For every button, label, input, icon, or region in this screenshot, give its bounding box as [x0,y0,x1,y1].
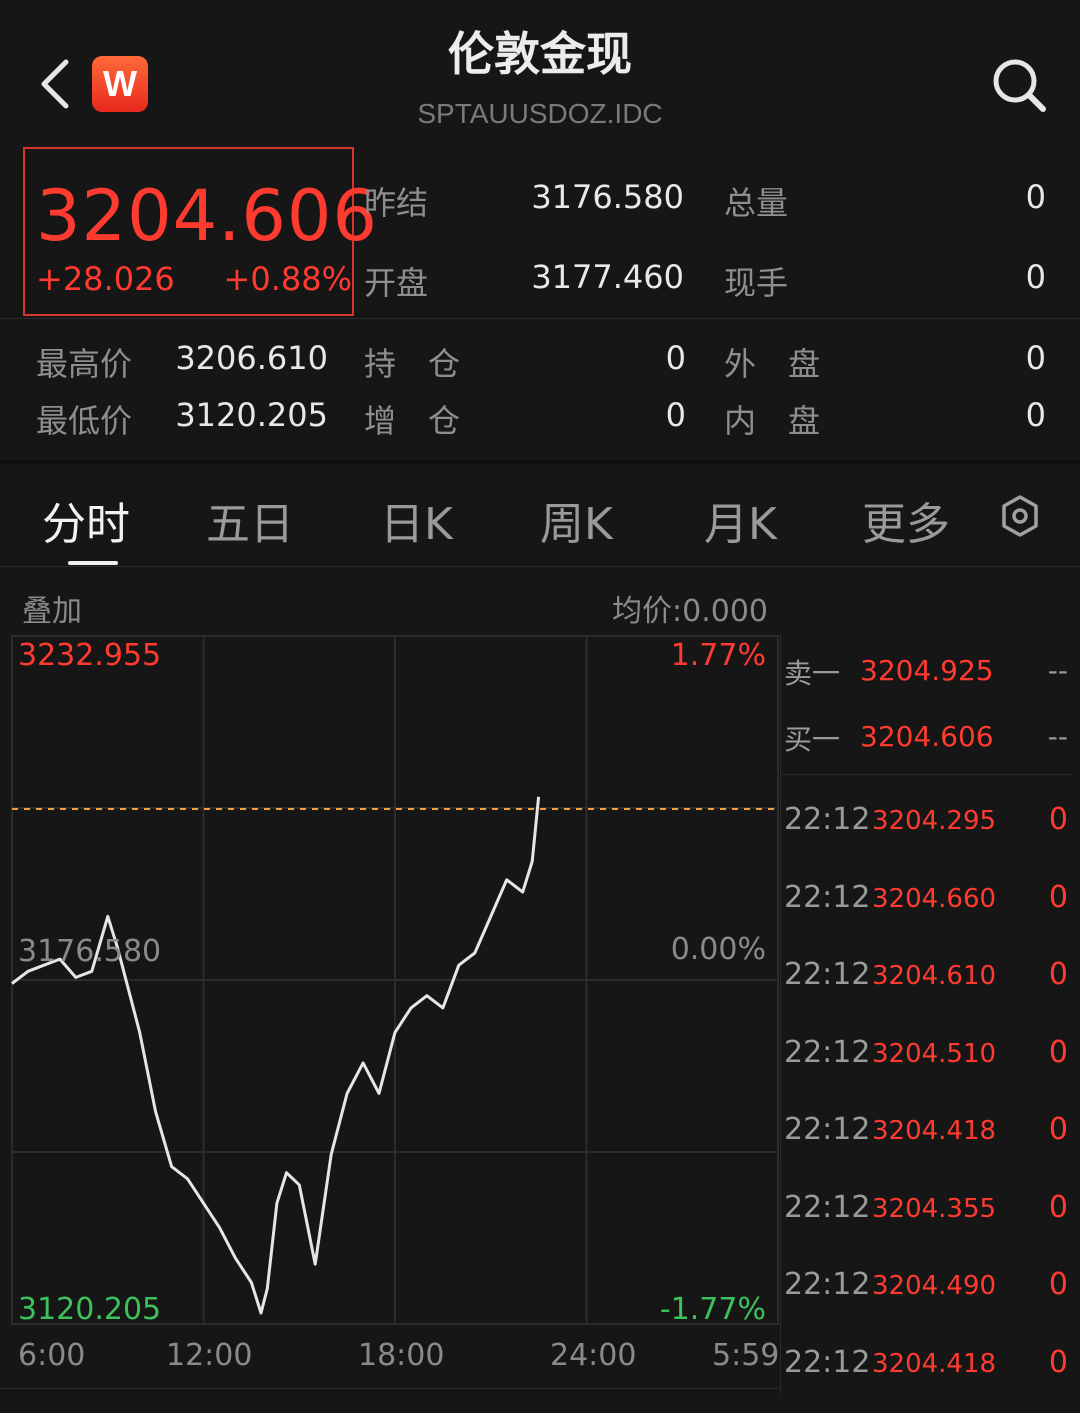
divider [0,318,1080,319]
last-price: 3204.606 [36,175,379,257]
pct-label-top: 1.77% [670,638,766,673]
stat-label-open-interest: 持 仓 [364,345,461,383]
stat-label-outer-volume: 外 盘 [724,345,821,383]
tick-volume: 0 [1048,1267,1068,1302]
tick-time: 22:12 [784,802,871,837]
stat-value-high: 3206.610 [175,339,328,377]
intraday-chart[interactable] [0,630,780,1330]
search-icon[interactable] [990,56,1048,114]
pct-label-middle: 0.00% [670,932,766,967]
order-book-label: 买一 [784,723,841,756]
tick-time: 22:12 [784,957,871,992]
tick-time: 22:12 [784,880,871,915]
tick-volume: 0 [1048,1190,1068,1225]
tick-time: 22:12 [784,1190,871,1225]
stat-label-prev-settle: 昨结 [364,184,429,222]
tick-volume: 0 [1048,957,1068,992]
stat-value-inner-volume: 0 [1025,396,1046,434]
tab-intraday[interactable]: 分时 [42,488,130,552]
tick-time: 22:12 [784,1035,871,1070]
tick-price: 3204.295 [872,806,997,836]
tick-time: 22:12 [784,1112,871,1147]
tab-monthly-k[interactable]: 月K [704,488,777,552]
tick-volume: 0 [1048,1112,1068,1147]
x-tick-label: 12:00 [166,1338,253,1373]
chevron-left-icon[interactable] [38,58,74,110]
divider [782,774,1072,775]
avg-price-label: 均价:0.000 [612,594,768,629]
instrument-symbol: SPTAUUSDOZ.IDC [417,98,663,129]
panel-divider [780,634,781,1394]
x-tick-label: 5:59 [712,1338,780,1373]
x-tick-label: 18:00 [358,1338,445,1373]
tick-price: 3204.660 [872,884,997,914]
tab-more[interactable]: 更多 [862,488,950,552]
price-line [11,796,541,1315]
stat-value-total-volume: 0 [1025,178,1046,216]
settings-icon[interactable] [998,494,1042,538]
order-book-volume: -- [1047,654,1068,687]
stat-value-open: 3177.460 [531,258,684,296]
tab-five-day[interactable]: 五日 [206,488,294,552]
price-change-percent: +0.88% [223,260,352,298]
order-book-volume: -- [1047,720,1068,753]
stat-label-open: 开盘 [364,264,429,302]
section-divider [0,460,1080,464]
x-tick-label: 24:00 [550,1338,637,1373]
stat-value-open-interest: 0 [665,339,686,377]
stat-value-prev-settle: 3176.580 [531,178,684,216]
app-logo[interactable]: W [92,56,148,112]
stat-label-low: 最低价 [36,402,133,440]
tab-active-indicator [68,561,118,565]
tick-volume: 0 [1048,880,1068,915]
tick-price: 3204.510 [872,1039,997,1069]
tick-price: 3204.490 [872,1271,997,1301]
y-label-bottom: 3120.205 [18,1292,162,1327]
divider [0,1388,780,1389]
stat-value-current-lot: 0 [1025,258,1046,296]
order-book-price: 3204.606 [860,720,994,753]
tick-price: 3204.610 [872,961,997,991]
tick-price: 3204.418 [872,1116,997,1146]
tick-volume: 0 [1048,1345,1068,1380]
stat-label-oi-change: 增 仓 [364,402,461,440]
page-title: 伦敦金现 [448,27,632,81]
tick-volume: 0 [1048,802,1068,837]
stat-value-oi-change: 0 [665,396,686,434]
tick-time: 22:12 [784,1267,871,1302]
tick-price: 3204.355 [872,1194,997,1224]
tab-weekly-k[interactable]: 周K [540,488,613,552]
order-book-price: 3204.925 [860,654,994,687]
stat-value-outer-volume: 0 [1025,339,1046,377]
stat-label-total-volume: 总量 [724,184,789,222]
stat-label-current-lot: 现手 [724,264,789,302]
y-label-middle: 3176.580 [18,934,162,969]
stat-label-high: 最高价 [36,345,133,383]
stat-value-low: 3120.205 [175,396,328,434]
order-book-label: 卖一 [784,657,841,690]
stat-label-inner-volume: 内 盘 [724,402,821,440]
tick-volume: 0 [1048,1035,1068,1070]
tick-time: 22:12 [784,1345,871,1380]
divider [0,566,1080,567]
x-tick-label: 6:00 [18,1338,86,1373]
y-label-top: 3232.955 [18,638,162,673]
tab-daily-k[interactable]: 日K [380,488,453,552]
tick-price: 3204.418 [872,1349,997,1379]
overlay-button[interactable]: 叠加 [22,586,82,630]
pct-label-bottom: -1.77% [659,1292,766,1327]
price-change: +28.026 [36,260,175,298]
